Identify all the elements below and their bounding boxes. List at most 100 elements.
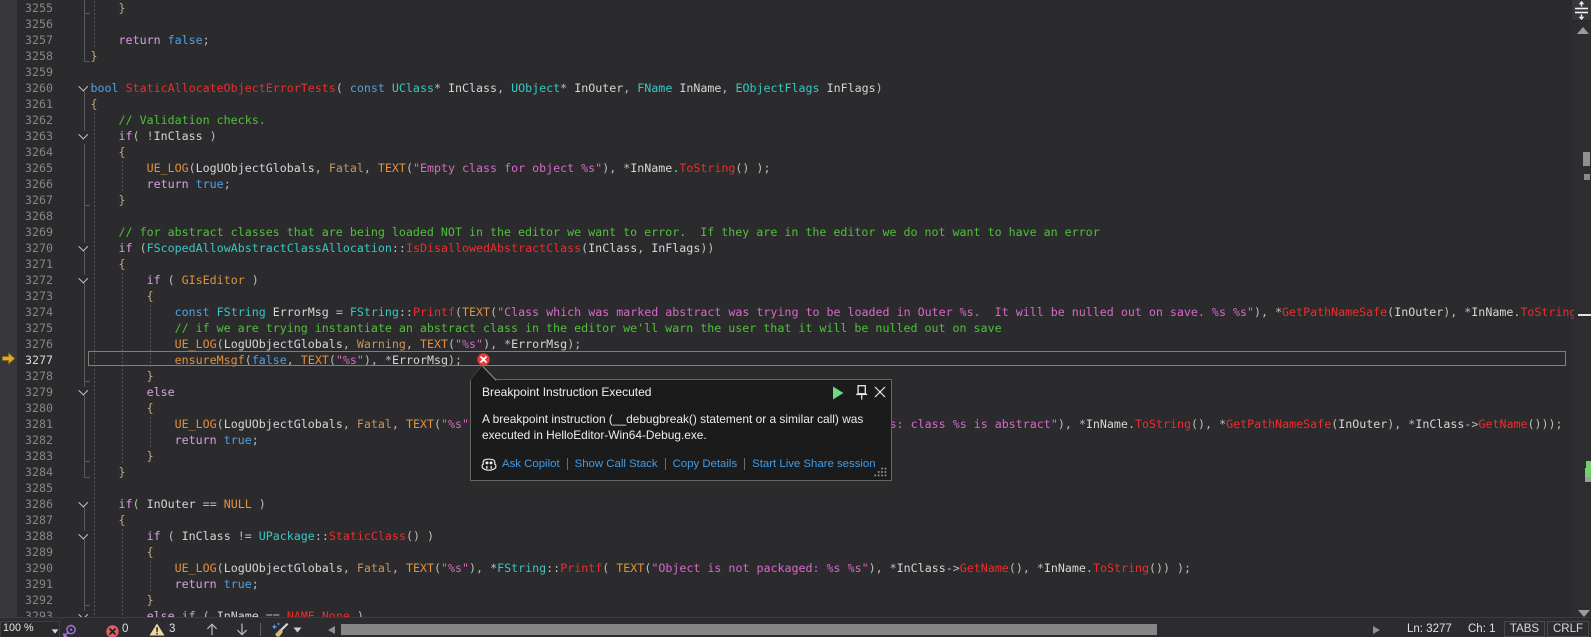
- code-text: return true;: [91, 432, 259, 448]
- line-indicator[interactable]: Ln: 3277: [1407, 622, 1452, 636]
- tabs-indicator[interactable]: TABS: [1504, 621, 1545, 637]
- code-text: if ( InClass != UPackage::StaticClass() …: [91, 528, 435, 544]
- code-line-3264[interactable]: 3264 {: [0, 144, 1574, 160]
- code-text: return false;: [91, 32, 210, 48]
- fold-chevron-icon[interactable]: [79, 81, 88, 90]
- show-call-stack-link[interactable]: Show Call Stack: [575, 454, 658, 474]
- outline-line: [84, 507, 85, 531]
- warning-count-icon[interactable]: [149, 623, 165, 636]
- line-number: 3275: [0, 320, 53, 336]
- outline-region-end-tick: [84, 461, 90, 462]
- outline-line: [84, 144, 85, 243]
- outline-region-end-tick: [84, 61, 90, 62]
- code-line-3259[interactable]: 3259: [0, 64, 1574, 80]
- code-cleanup-broom-icon[interactable]: [271, 622, 290, 637]
- copy-details-link[interactable]: Copy Details: [673, 454, 738, 474]
- outline-line: [84, 251, 85, 275]
- line-number: 3289: [0, 544, 53, 560]
- line-number: 3257: [0, 32, 53, 48]
- continue-button[interactable]: [832, 386, 844, 400]
- popup-pointer-tail: [468, 365, 498, 382]
- scroll-right-arrow[interactable]: [1372, 625, 1381, 635]
- code-line-3268[interactable]: 3268: [0, 208, 1574, 224]
- code-line-3274[interactable]: 3274 const FString ErrorMsg = FString::P…: [0, 304, 1574, 320]
- line-number: 3259: [0, 64, 53, 80]
- line-number: 3261: [0, 96, 53, 112]
- chevron-down-icon[interactable]: [293, 627, 302, 633]
- start-live-share-link[interactable]: Start Live Share session: [752, 454, 875, 474]
- code-text: }: [91, 192, 126, 208]
- code-line-3261[interactable]: 3261{: [0, 96, 1574, 112]
- error-count: 0: [122, 622, 128, 636]
- indent-guide: [94, 208, 95, 224]
- code-line-3265[interactable]: 3265 UE_LOG(LogUObjectGlobals, Fatal, TE…: [0, 160, 1574, 176]
- code-line-3289[interactable]: 3289 {: [0, 544, 1574, 560]
- code-text: else: [91, 384, 175, 400]
- code-line-3285[interactable]: 3285: [0, 480, 1574, 496]
- code-line-3266[interactable]: 3266 return true;: [0, 176, 1574, 192]
- line-number: 3292: [0, 592, 53, 608]
- code-text: }: [91, 592, 154, 608]
- code-line-3260[interactable]: 3260bool StaticAllocateObjectErrorTests(…: [0, 80, 1574, 96]
- code-line-3270[interactable]: 3270 if (FScopedAllowAbstractClassAlloca…: [0, 240, 1574, 256]
- vertical-scrollbar[interactable]: [1574, 0, 1591, 617]
- code-line-3292[interactable]: 3292 }: [0, 592, 1574, 608]
- code-line-3269[interactable]: 3269 // for abstract classes that are be…: [0, 224, 1574, 240]
- code-line-3256[interactable]: 3256: [0, 16, 1574, 32]
- link-separator: [744, 458, 745, 470]
- code-line-3286[interactable]: 3286 if( InOuter == NULL ): [0, 496, 1574, 512]
- line-number: 3273: [0, 288, 53, 304]
- code-text: {: [91, 288, 154, 304]
- close-icon[interactable]: [874, 386, 886, 398]
- next-issue-arrow-icon[interactable]: [236, 623, 248, 636]
- code-text: return true;: [91, 176, 231, 192]
- code-text: }: [91, 0, 126, 16]
- code-text: // Validation checks.: [91, 112, 266, 128]
- resize-grip[interactable]: [871, 466, 888, 478]
- code-line-3291[interactable]: 3291 return true;: [0, 576, 1574, 592]
- fold-chevron-icon[interactable]: [79, 497, 88, 506]
- code-editor[interactable]: 3255 }32563257 return false;3258}3259326…: [0, 0, 1574, 617]
- eol-indicator[interactable]: CRLF: [1547, 621, 1589, 637]
- line-number: 3262: [0, 112, 53, 128]
- line-number: 3279: [0, 384, 53, 400]
- code-line-3258[interactable]: 3258}: [0, 48, 1574, 64]
- code-line-3290[interactable]: 3290 UE_LOG(LogUObjectGlobals, Fatal, TE…: [0, 560, 1574, 576]
- code-line-3267[interactable]: 3267 }: [0, 192, 1574, 208]
- code-line-3288[interactable]: 3288 if ( InClass != UPackage::StaticCla…: [0, 528, 1574, 544]
- link-separator: [567, 458, 568, 470]
- pin-button[interactable]: [855, 385, 869, 400]
- code-line-3255[interactable]: 3255 }: [0, 0, 1574, 16]
- code-text: UE_LOG(LogUObjectGlobals, Fatal, TEXT("%…: [91, 560, 1192, 576]
- code-line-3271[interactable]: 3271 {: [0, 256, 1574, 272]
- line-number: 3260: [0, 80, 53, 96]
- document-health-icon[interactable]: [62, 624, 77, 637]
- line-number: 3293: [0, 608, 53, 617]
- scrollbar-mark: [1583, 152, 1590, 166]
- zoom-level: 100 %: [3, 622, 34, 634]
- editor-splitter-handle[interactable]: [1572, 0, 1591, 21]
- line-number: 3266: [0, 176, 53, 192]
- code-line-3273[interactable]: 3273 {: [0, 288, 1574, 304]
- code-text: }: [91, 448, 154, 464]
- code-line-3287[interactable]: 3287 {: [0, 512, 1574, 528]
- scrollbar-change-mark: [1585, 468, 1591, 477]
- scroll-up-arrow[interactable]: [1576, 26, 1590, 35]
- code-line-3275[interactable]: 3275 // if we are trying instantiate an …: [0, 320, 1574, 336]
- outline-line: [84, 539, 85, 611]
- line-number: 3286: [0, 496, 53, 512]
- code-line-3272[interactable]: 3272 if ( GIsEditor ): [0, 272, 1574, 288]
- ask-copilot-link[interactable]: Ask Copilot: [502, 454, 560, 474]
- error-count-icon[interactable]: [106, 625, 119, 637]
- code-line-3293[interactable]: 3293 else if ( InName == NAME_None ): [0, 608, 1574, 617]
- code-line-3263[interactable]: 3263 if( !InClass ): [0, 128, 1574, 144]
- horizontal-scrollbar-thumb[interactable]: [341, 624, 1157, 635]
- zoom-control[interactable]: 100 %: [0, 621, 60, 637]
- code-line-3257[interactable]: 3257 return false;: [0, 32, 1574, 48]
- code-line-3262[interactable]: 3262 // Validation checks.: [0, 112, 1574, 128]
- scrollbar-mark: [1585, 477, 1591, 482]
- code-line-3276[interactable]: 3276 UE_LOG(LogUObjectGlobals, Warning, …: [0, 336, 1574, 352]
- scroll-left-arrow[interactable]: [327, 625, 336, 635]
- column-indicator[interactable]: Ch: 1: [1468, 622, 1496, 636]
- previous-issue-arrow-icon[interactable]: [206, 623, 218, 636]
